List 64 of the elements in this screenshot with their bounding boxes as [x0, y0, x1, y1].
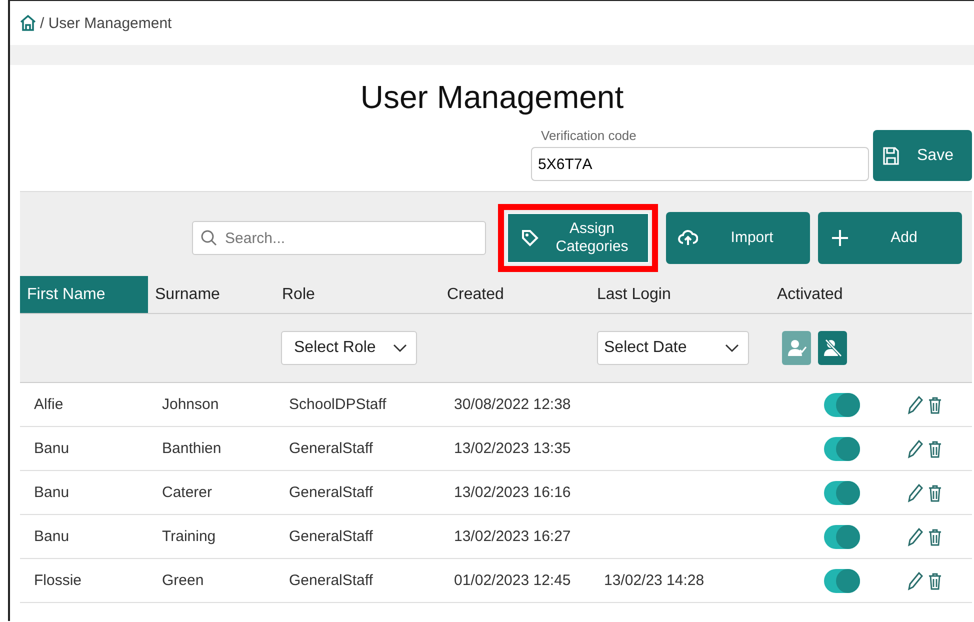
add-button[interactable]: Add — [818, 212, 962, 264]
page-title: User Management — [360, 79, 624, 116]
verification-code-field[interactable]: 5X6T7A — [531, 147, 869, 181]
save-button[interactable]: Save — [873, 130, 972, 181]
field-label: Verification code — [540, 128, 636, 143]
table-cell: 01/02/2023 12:45 — [440, 559, 590, 603]
edit-icon[interactable] — [906, 526, 924, 546]
chevron-icon — [724, 343, 740, 353]
delete-icon[interactable] — [928, 528, 942, 546]
chevron-icon — [392, 343, 408, 353]
table-cell: Banu — [20, 427, 148, 471]
delete-icon[interactable] — [928, 484, 942, 502]
activated-toggle[interactable] — [824, 392, 860, 416]
table-cell: Banu — [20, 471, 148, 515]
activated-filter-button[interactable] — [782, 331, 811, 365]
user-check-icon — [786, 338, 806, 358]
column-header[interactable]: Last Login — [590, 276, 770, 314]
home-icon[interactable] — [20, 15, 36, 31]
edit-icon[interactable] — [906, 394, 924, 414]
column-header[interactable]: First Name — [20, 276, 148, 314]
table-cell: Training — [148, 515, 275, 559]
edit-icon[interactable] — [906, 570, 924, 590]
delete-icon[interactable] — [928, 396, 942, 414]
edit-icon[interactable] — [906, 438, 924, 458]
table-cell: Flossie — [20, 559, 148, 603]
breadcrumb-text: / User Management — [40, 14, 172, 32]
table-cell: GeneralStaff — [275, 559, 440, 603]
search-field[interactable]: Search... — [192, 221, 486, 255]
search-icon — [200, 229, 218, 247]
assign-categories-button[interactable]: Assign Categories — [498, 204, 658, 272]
date-dropdown[interactable]: Select Date — [597, 331, 749, 365]
table-cell: Banthien — [148, 427, 275, 471]
activated-toggle[interactable] — [824, 524, 860, 548]
tag-icon — [520, 228, 540, 248]
table-cell: Alfie — [20, 383, 148, 427]
table-cell: Banu — [20, 515, 148, 559]
table-cell: Green — [148, 559, 275, 603]
deactivated-filter-button[interactable] — [818, 331, 847, 365]
role-dropdown[interactable]: Select Role — [281, 331, 417, 365]
plus-icon — [830, 228, 850, 248]
delete-icon[interactable] — [928, 572, 942, 590]
table-cell: Johnson — [148, 383, 275, 427]
table-cell: 13/02/23 14:28 — [590, 559, 770, 603]
column-header[interactable]: Activated — [770, 276, 880, 314]
activated-toggle[interactable] — [824, 480, 860, 504]
activated-toggle[interactable] — [824, 568, 860, 592]
table-cell: GeneralStaff — [275, 471, 440, 515]
cloud-upload-icon — [678, 228, 698, 248]
import-button[interactable]: Import — [666, 212, 810, 264]
table-cell: 13/02/2023 16:16 — [440, 471, 590, 515]
user-slash-icon — [822, 338, 842, 358]
table-cell: 13/02/2023 13:35 — [440, 427, 590, 471]
table-cell: GeneralStaff — [275, 515, 440, 559]
column-header[interactable]: Surname — [148, 276, 275, 314]
column-header[interactable]: Role — [275, 276, 440, 314]
edit-icon[interactable] — [906, 482, 924, 502]
column-header[interactable]: Created — [440, 276, 590, 314]
table-cell: SchoolDPStaff — [275, 383, 440, 427]
table-cell: 13/02/2023 16:27 — [440, 515, 590, 559]
table-cell: 30/08/2022 12:38 — [440, 383, 590, 427]
delete-icon[interactable] — [928, 440, 942, 458]
table-cell: GeneralStaff — [275, 427, 440, 471]
table-cell: Caterer — [148, 471, 275, 515]
activated-toggle[interactable] — [824, 436, 860, 460]
